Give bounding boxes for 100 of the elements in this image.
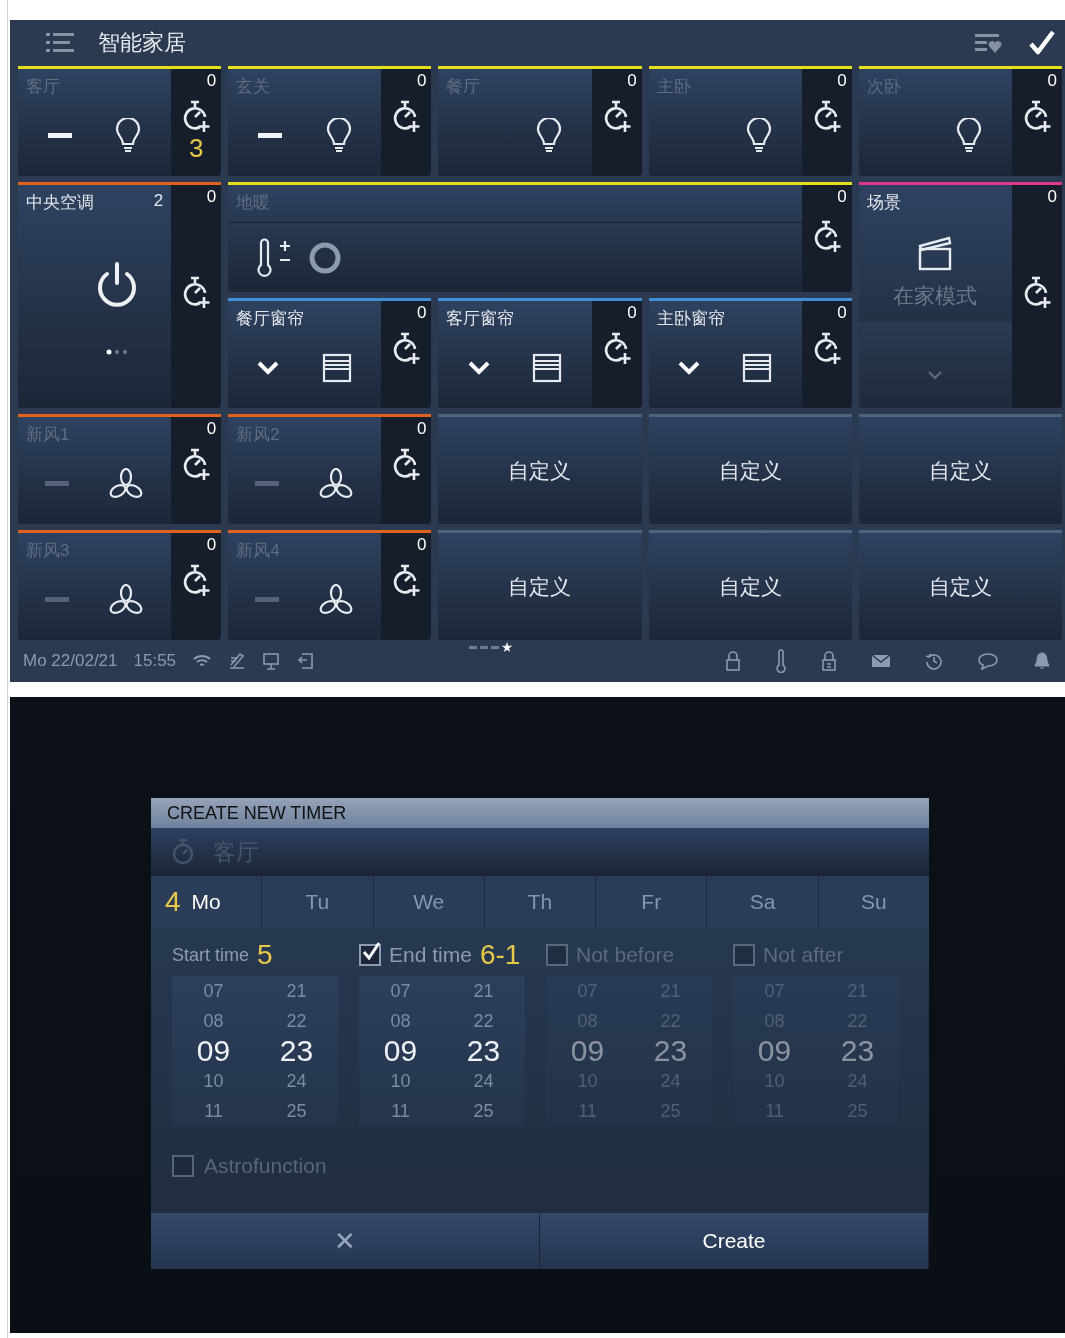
minute-value: 24 [473, 1070, 494, 1093]
fan-icon[interactable] [107, 584, 144, 616]
cancel-button[interactable]: ✕ [151, 1213, 540, 1269]
hour-value: 07 [390, 980, 411, 1003]
minute-value: 24 [286, 1070, 307, 1093]
page-star-indicator[interactable] [501, 642, 513, 653]
chevron-down-icon[interactable] [467, 361, 490, 375]
minus-icon[interactable] [47, 133, 72, 139]
tile-title: 场景 [866, 192, 901, 214]
timer-add-icon[interactable] [1022, 275, 1052, 309]
page-indicator[interactable] [479, 646, 488, 649]
device-tile[interactable]: 自定义 [438, 530, 642, 640]
timer-count: 0 [416, 419, 428, 439]
tile-label: 自定义 [508, 457, 572, 484]
day-tab[interactable]: Su [818, 876, 929, 928]
ring-icon[interactable] [308, 240, 343, 275]
timer-add-icon[interactable] [1022, 99, 1052, 133]
light-bulb-icon[interactable] [956, 118, 983, 154]
light-bulb-icon[interactable] [325, 118, 352, 154]
device-tile[interactable]: 场景 在家模式 0 [858, 182, 1062, 408]
checkbox[interactable] [359, 944, 381, 966]
thermometer-icon[interactable] [775, 649, 787, 673]
annotation-number: 3 [188, 135, 204, 161]
monitor-icon [262, 652, 281, 670]
timer-count: 0 [1047, 187, 1058, 207]
device-tile[interactable]: 自定义 [648, 414, 852, 524]
light-bulb-icon[interactable] [746, 118, 772, 154]
device-tile[interactable]: 自定义 [648, 530, 852, 640]
tile-title: 中央空调 [26, 192, 94, 214]
hour-value: 10 [390, 1070, 411, 1093]
timer-count: 0 [206, 419, 218, 439]
minute-value: 21 [286, 980, 307, 1003]
page-indicator[interactable] [490, 646, 499, 649]
timer-add-icon[interactable] [181, 563, 212, 597]
minute-value: 22 [286, 1010, 307, 1033]
history-icon[interactable] [925, 652, 943, 670]
timer-add-icon[interactable] [391, 99, 422, 133]
fan-icon[interactable] [318, 584, 355, 616]
time-wheel[interactable]: 07 08 09 10 11 21 22 23 24 25 [172, 976, 338, 1126]
check-icon[interactable] [1029, 29, 1055, 56]
device-tile[interactable]: 自定义 [858, 414, 1062, 524]
tile-label: 自定义 [928, 457, 992, 484]
scene-name: 在家模式 [893, 283, 978, 309]
page-indicator[interactable] [468, 646, 477, 649]
device-tile[interactable]: 中央空调 2 0 [18, 182, 222, 408]
timer-count: 0 [627, 71, 638, 91]
hour-value: 09 [196, 1036, 231, 1066]
timer-count: 0 [627, 303, 638, 323]
note-icon [228, 652, 247, 670]
tile-label: 自定义 [928, 573, 992, 600]
device-tile[interactable]: 自定义 [438, 414, 642, 524]
page-dots-icon [106, 349, 129, 355]
tile-title: 主卧窗帘 [656, 308, 725, 330]
minute-value: 23 [466, 1036, 501, 1066]
blind-icon[interactable] [742, 353, 773, 383]
blind-icon[interactable] [532, 353, 563, 383]
timer-add-icon[interactable] [391, 447, 422, 481]
day-tab[interactable]: Tu [262, 876, 374, 928]
timer-add-icon[interactable] [181, 275, 212, 309]
list-heart-icon[interactable] [975, 31, 1003, 54]
device-tile[interactable]: 主卧窗帘 0 [648, 298, 852, 408]
hour-value: 11 [204, 1100, 223, 1123]
minus-icon[interactable] [258, 133, 282, 139]
timer-add-icon[interactable] [391, 563, 422, 597]
timer-add-icon[interactable] [181, 447, 212, 481]
fan-icon[interactable] [107, 468, 144, 500]
day-tab[interactable]: Sa [707, 876, 819, 928]
timer-count: 0 [416, 303, 428, 323]
day-tab[interactable]: Th [484, 876, 597, 928]
mail-icon[interactable] [871, 653, 891, 669]
time-wheel[interactable]: 07 08 09 10 11 21 22 23 24 25 [359, 976, 525, 1126]
time-text: 15:55 [133, 651, 177, 671]
tile-label: 自定义 [718, 457, 782, 484]
lock-icon[interactable] [725, 651, 741, 671]
create-button[interactable]: Create [540, 1213, 929, 1269]
device-tile[interactable]: 餐厅窗帘 0 [228, 298, 432, 408]
day-tab[interactable]: We [373, 876, 485, 928]
stopwatch-icon [171, 838, 195, 866]
light-bulb-icon[interactable] [115, 118, 142, 154]
chat-icon[interactable] [977, 652, 999, 670]
timer-count: 0 [837, 187, 848, 207]
date-text: Mo 22/02/21 [23, 651, 118, 671]
bell-icon[interactable] [1033, 651, 1051, 671]
fan-icon[interactable] [318, 468, 355, 500]
clapperboard-icon[interactable] [917, 234, 954, 272]
timer-count: 0 [416, 71, 428, 91]
timer-add-icon[interactable] [181, 99, 212, 133]
timer-count: 0 [416, 535, 428, 555]
menu-icon[interactable] [46, 31, 74, 54]
blind-icon[interactable] [322, 353, 353, 383]
device-tile[interactable]: 客厅窗帘 0 [438, 298, 642, 408]
minute-value: 23 [653, 1036, 688, 1066]
lock-icon[interactable] [821, 651, 837, 671]
day-tab[interactable]: Fr [596, 876, 708, 928]
light-bulb-icon[interactable] [535, 118, 562, 154]
annotation-number: 4 [165, 886, 181, 918]
timer-add-icon[interactable] [391, 331, 422, 365]
chevron-down-icon[interactable] [257, 361, 280, 375]
chevron-down-icon[interactable] [677, 361, 700, 375]
device-tile[interactable]: 自定义 [858, 530, 1062, 640]
